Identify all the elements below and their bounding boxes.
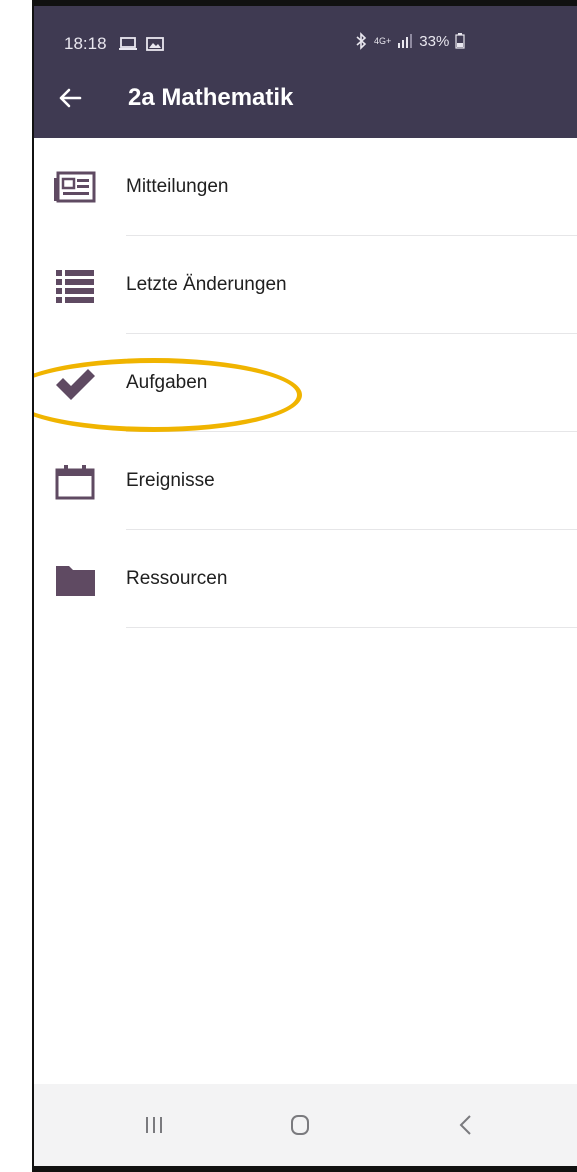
menu-item-ereignisse[interactable]: Ereignisse (34, 432, 577, 530)
screen-border-bottom (32, 1166, 577, 1172)
list-icon (56, 270, 94, 303)
calendar-icon (55, 465, 95, 500)
status-notification-icons (118, 36, 164, 52)
menu-item-label: Letzte Änderungen (126, 274, 287, 295)
menu-item-letzte-aenderungen[interactable]: Letzte Änderungen (34, 236, 577, 334)
menu-item-label: Mitteilungen (126, 176, 229, 197)
bluetooth-icon (356, 32, 367, 50)
status-system-icons: 4G+ 33% (354, 32, 465, 50)
back-arrow-icon[interactable] (56, 84, 84, 112)
back-nav-icon[interactable] (446, 1108, 486, 1142)
menu-item-label: Ressourcen (126, 568, 228, 589)
signal-icon (398, 34, 413, 48)
status-bar: 18:18 4G+ 33% (34, 6, 577, 74)
battery-icon (455, 33, 465, 49)
laptop-icon (119, 37, 137, 50)
phone-screen: 18:18 4G+ 33% 2a Mathematik Mitteilungen… (34, 6, 577, 1166)
divider (126, 627, 577, 628)
menu-item-label: Ereignisse (126, 470, 215, 491)
image-icon (146, 37, 164, 51)
menu-item-ressourcen[interactable]: Ressourcen (34, 530, 577, 628)
battery-percent: 33% (419, 32, 450, 50)
folder-icon (56, 566, 95, 596)
system-navigation-bar (34, 1084, 577, 1166)
home-icon[interactable] (280, 1108, 320, 1142)
network-type: 4G+ (374, 36, 392, 46)
app-bar: 18:18 4G+ 33% 2a Mathematik (34, 6, 577, 138)
page-title: 2a Mathematik (128, 84, 294, 111)
screen-margin (0, 0, 32, 1172)
recent-apps-icon[interactable] (134, 1108, 174, 1142)
status-time: 18:18 (64, 34, 107, 53)
menu-item-mitteilungen[interactable]: Mitteilungen (34, 138, 577, 236)
newspaper-icon (54, 171, 96, 203)
